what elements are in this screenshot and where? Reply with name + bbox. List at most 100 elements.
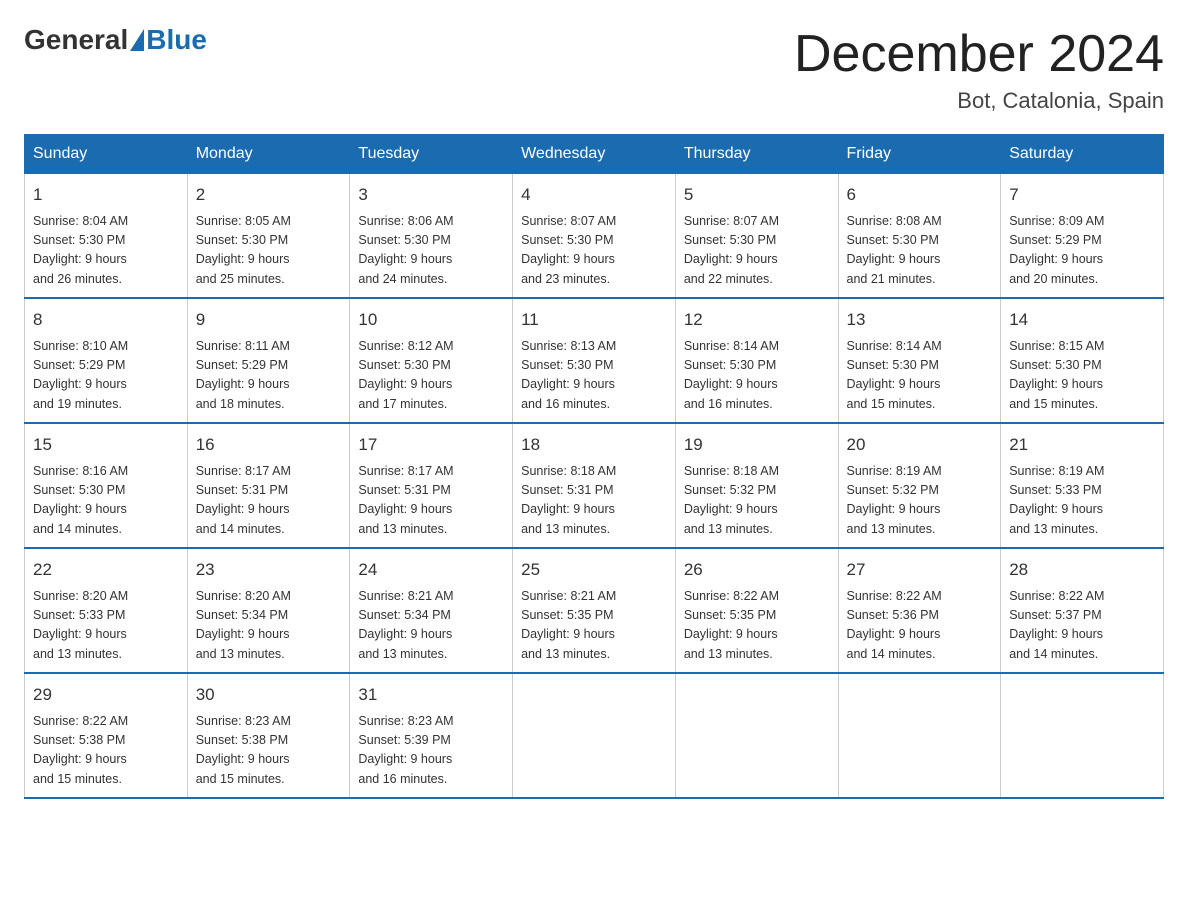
day-info: Sunrise: 8:07 AM Sunset: 5:30 PM Dayligh… — [684, 212, 830, 290]
day-number: 9 — [196, 307, 342, 333]
table-row: 7 Sunrise: 8:09 AM Sunset: 5:29 PM Dayli… — [1001, 174, 1164, 299]
day-info: Sunrise: 8:21 AM Sunset: 5:35 PM Dayligh… — [521, 587, 667, 665]
day-info: Sunrise: 8:19 AM Sunset: 5:32 PM Dayligh… — [847, 462, 993, 540]
day-number: 16 — [196, 432, 342, 458]
day-number: 12 — [684, 307, 830, 333]
table-row: 23 Sunrise: 8:20 AM Sunset: 5:34 PM Dayl… — [187, 548, 350, 673]
day-number: 14 — [1009, 307, 1155, 333]
day-info: Sunrise: 8:16 AM Sunset: 5:30 PM Dayligh… — [33, 462, 179, 540]
day-info: Sunrise: 8:17 AM Sunset: 5:31 PM Dayligh… — [196, 462, 342, 540]
table-row: 3 Sunrise: 8:06 AM Sunset: 5:30 PM Dayli… — [350, 174, 513, 299]
day-number: 26 — [684, 557, 830, 583]
day-number: 7 — [1009, 182, 1155, 208]
calendar-week-row: 8 Sunrise: 8:10 AM Sunset: 5:29 PM Dayli… — [25, 298, 1164, 423]
day-number: 31 — [358, 682, 504, 708]
table-row: 17 Sunrise: 8:17 AM Sunset: 5:31 PM Dayl… — [350, 423, 513, 548]
day-number: 5 — [684, 182, 830, 208]
day-number: 8 — [33, 307, 179, 333]
day-number: 24 — [358, 557, 504, 583]
day-number: 25 — [521, 557, 667, 583]
table-row: 15 Sunrise: 8:16 AM Sunset: 5:30 PM Dayl… — [25, 423, 188, 548]
table-row — [675, 673, 838, 798]
table-row: 4 Sunrise: 8:07 AM Sunset: 5:30 PM Dayli… — [513, 174, 676, 299]
table-row: 28 Sunrise: 8:22 AM Sunset: 5:37 PM Dayl… — [1001, 548, 1164, 673]
page-header: General Blue December 2024 Bot, Cataloni… — [24, 24, 1164, 114]
col-thursday: Thursday — [675, 135, 838, 174]
day-info: Sunrise: 8:22 AM Sunset: 5:36 PM Dayligh… — [847, 587, 993, 665]
table-row: 22 Sunrise: 8:20 AM Sunset: 5:33 PM Dayl… — [25, 548, 188, 673]
day-number: 30 — [196, 682, 342, 708]
day-info: Sunrise: 8:09 AM Sunset: 5:29 PM Dayligh… — [1009, 212, 1155, 290]
location-title: Bot, Catalonia, Spain — [794, 88, 1164, 114]
day-number: 13 — [847, 307, 993, 333]
table-row: 2 Sunrise: 8:05 AM Sunset: 5:30 PM Dayli… — [187, 174, 350, 299]
col-wednesday: Wednesday — [513, 135, 676, 174]
day-number: 28 — [1009, 557, 1155, 583]
table-row: 26 Sunrise: 8:22 AM Sunset: 5:35 PM Dayl… — [675, 548, 838, 673]
table-row: 19 Sunrise: 8:18 AM Sunset: 5:32 PM Dayl… — [675, 423, 838, 548]
day-number: 6 — [847, 182, 993, 208]
day-number: 19 — [684, 432, 830, 458]
col-sunday: Sunday — [25, 135, 188, 174]
day-info: Sunrise: 8:15 AM Sunset: 5:30 PM Dayligh… — [1009, 337, 1155, 415]
col-monday: Monday — [187, 135, 350, 174]
table-row: 8 Sunrise: 8:10 AM Sunset: 5:29 PM Dayli… — [25, 298, 188, 423]
table-row: 13 Sunrise: 8:14 AM Sunset: 5:30 PM Dayl… — [838, 298, 1001, 423]
table-row: 18 Sunrise: 8:18 AM Sunset: 5:31 PM Dayl… — [513, 423, 676, 548]
day-number: 3 — [358, 182, 504, 208]
calendar-week-row: 15 Sunrise: 8:16 AM Sunset: 5:30 PM Dayl… — [25, 423, 1164, 548]
day-number: 20 — [847, 432, 993, 458]
day-number: 27 — [847, 557, 993, 583]
day-info: Sunrise: 8:22 AM Sunset: 5:35 PM Dayligh… — [684, 587, 830, 665]
table-row — [1001, 673, 1164, 798]
table-row: 12 Sunrise: 8:14 AM Sunset: 5:30 PM Dayl… — [675, 298, 838, 423]
calendar-week-row: 29 Sunrise: 8:22 AM Sunset: 5:38 PM Dayl… — [25, 673, 1164, 798]
day-info: Sunrise: 8:10 AM Sunset: 5:29 PM Dayligh… — [33, 337, 179, 415]
table-row: 5 Sunrise: 8:07 AM Sunset: 5:30 PM Dayli… — [675, 174, 838, 299]
logo-triangle-icon — [130, 29, 144, 51]
table-row: 1 Sunrise: 8:04 AM Sunset: 5:30 PM Dayli… — [25, 174, 188, 299]
day-number: 22 — [33, 557, 179, 583]
logo: General Blue — [24, 24, 207, 56]
day-info: Sunrise: 8:05 AM Sunset: 5:30 PM Dayligh… — [196, 212, 342, 290]
table-row: 24 Sunrise: 8:21 AM Sunset: 5:34 PM Dayl… — [350, 548, 513, 673]
day-info: Sunrise: 8:20 AM Sunset: 5:34 PM Dayligh… — [196, 587, 342, 665]
col-saturday: Saturday — [1001, 135, 1164, 174]
table-row: 31 Sunrise: 8:23 AM Sunset: 5:39 PM Dayl… — [350, 673, 513, 798]
table-row: 11 Sunrise: 8:13 AM Sunset: 5:30 PM Dayl… — [513, 298, 676, 423]
calendar-week-row: 22 Sunrise: 8:20 AM Sunset: 5:33 PM Dayl… — [25, 548, 1164, 673]
day-number: 15 — [33, 432, 179, 458]
calendar-week-row: 1 Sunrise: 8:04 AM Sunset: 5:30 PM Dayli… — [25, 174, 1164, 299]
day-info: Sunrise: 8:14 AM Sunset: 5:30 PM Dayligh… — [847, 337, 993, 415]
day-info: Sunrise: 8:06 AM Sunset: 5:30 PM Dayligh… — [358, 212, 504, 290]
day-info: Sunrise: 8:07 AM Sunset: 5:30 PM Dayligh… — [521, 212, 667, 290]
day-number: 17 — [358, 432, 504, 458]
day-info: Sunrise: 8:23 AM Sunset: 5:39 PM Dayligh… — [358, 712, 504, 790]
day-info: Sunrise: 8:12 AM Sunset: 5:30 PM Dayligh… — [358, 337, 504, 415]
table-row: 21 Sunrise: 8:19 AM Sunset: 5:33 PM Dayl… — [1001, 423, 1164, 548]
day-info: Sunrise: 8:17 AM Sunset: 5:31 PM Dayligh… — [358, 462, 504, 540]
col-friday: Friday — [838, 135, 1001, 174]
table-row: 30 Sunrise: 8:23 AM Sunset: 5:38 PM Dayl… — [187, 673, 350, 798]
table-row: 20 Sunrise: 8:19 AM Sunset: 5:32 PM Dayl… — [838, 423, 1001, 548]
day-number: 4 — [521, 182, 667, 208]
day-info: Sunrise: 8:14 AM Sunset: 5:30 PM Dayligh… — [684, 337, 830, 415]
day-number: 11 — [521, 307, 667, 333]
table-row: 9 Sunrise: 8:11 AM Sunset: 5:29 PM Dayli… — [187, 298, 350, 423]
logo-general-text: General — [24, 24, 128, 56]
day-number: 21 — [1009, 432, 1155, 458]
day-info: Sunrise: 8:19 AM Sunset: 5:33 PM Dayligh… — [1009, 462, 1155, 540]
day-info: Sunrise: 8:13 AM Sunset: 5:30 PM Dayligh… — [521, 337, 667, 415]
col-tuesday: Tuesday — [350, 135, 513, 174]
table-row: 14 Sunrise: 8:15 AM Sunset: 5:30 PM Dayl… — [1001, 298, 1164, 423]
title-section: December 2024 Bot, Catalonia, Spain — [794, 24, 1164, 114]
day-info: Sunrise: 8:08 AM Sunset: 5:30 PM Dayligh… — [847, 212, 993, 290]
day-number: 29 — [33, 682, 179, 708]
table-row: 27 Sunrise: 8:22 AM Sunset: 5:36 PM Dayl… — [838, 548, 1001, 673]
day-info: Sunrise: 8:23 AM Sunset: 5:38 PM Dayligh… — [196, 712, 342, 790]
day-info: Sunrise: 8:22 AM Sunset: 5:38 PM Dayligh… — [33, 712, 179, 790]
day-info: Sunrise: 8:18 AM Sunset: 5:32 PM Dayligh… — [684, 462, 830, 540]
day-info: Sunrise: 8:22 AM Sunset: 5:37 PM Dayligh… — [1009, 587, 1155, 665]
table-row: 25 Sunrise: 8:21 AM Sunset: 5:35 PM Dayl… — [513, 548, 676, 673]
day-info: Sunrise: 8:20 AM Sunset: 5:33 PM Dayligh… — [33, 587, 179, 665]
